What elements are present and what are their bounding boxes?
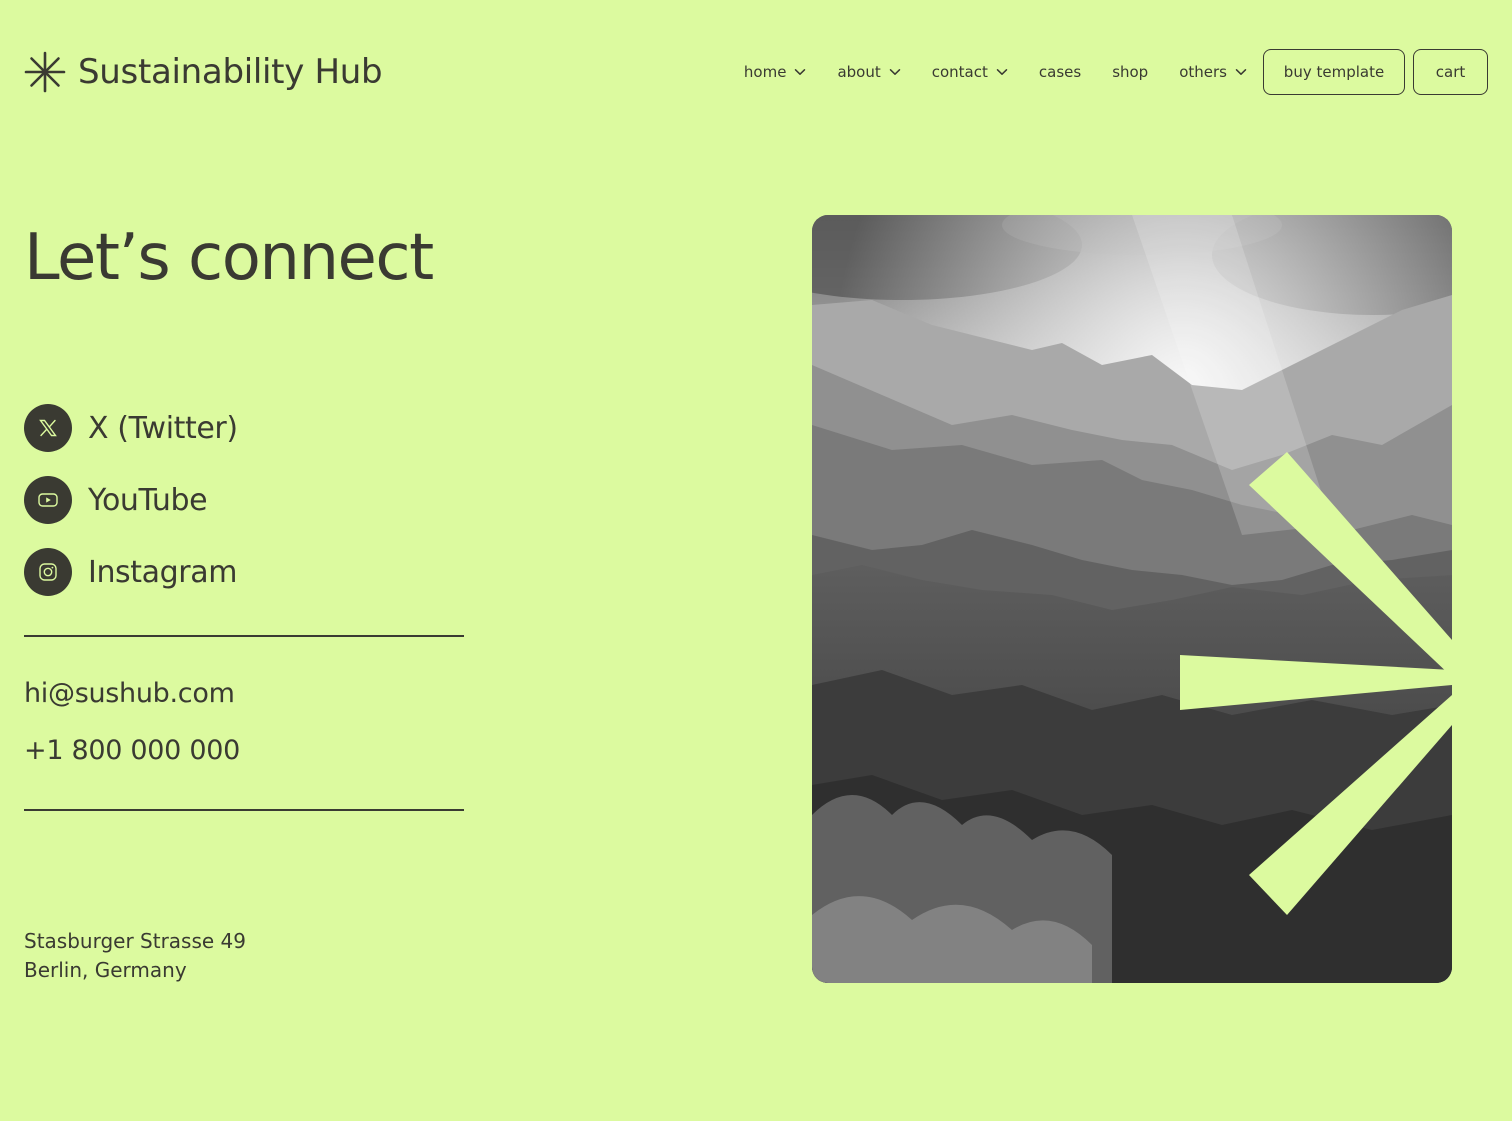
address-line-1: Stasburger Strasse 49 — [24, 929, 247, 953]
brand-name: Sustainability Hub — [78, 52, 383, 92]
instagram-icon — [24, 548, 72, 596]
nav-item-about[interactable]: about — [837, 63, 900, 81]
page-title: Let’s connect — [24, 221, 434, 295]
social-label: Instagram — [88, 554, 238, 590]
nav-item-label: cases — [1038, 63, 1082, 81]
nav-item-others[interactable]: others — [1179, 63, 1247, 81]
social-link-x-twitter[interactable]: X (Twitter) — [24, 404, 464, 452]
phone-link[interactable]: +1 800 000 000 — [24, 735, 240, 766]
buy-template-button[interactable]: buy template — [1263, 49, 1405, 95]
social-link-instagram[interactable]: Instagram — [24, 548, 464, 596]
nav-item-label: others — [1179, 63, 1227, 81]
divider — [24, 635, 464, 637]
email-link[interactable]: hi@sushub.com — [24, 678, 235, 709]
social-link-youtube[interactable]: YouTube — [24, 476, 464, 524]
brand-logo-link[interactable]: Sustainability Hub — [24, 50, 383, 94]
social-label: X (Twitter) — [88, 410, 238, 446]
nav-item-contact[interactable]: contact — [932, 63, 1008, 81]
chevron-down-icon — [1235, 69, 1247, 75]
asterisk-logo-icon — [24, 51, 66, 93]
nav-item-label: contact — [931, 63, 988, 81]
chevron-down-icon — [996, 69, 1008, 75]
address-line-2: Berlin, Germany — [24, 958, 187, 982]
social-links: X (Twitter) YouTube Instagram — [24, 404, 464, 620]
nav-item-label: home — [743, 63, 787, 81]
cart-button[interactable]: cart — [1413, 49, 1488, 95]
x-twitter-icon — [24, 404, 72, 452]
chevron-down-icon — [889, 69, 900, 75]
chevron-down-icon — [795, 69, 806, 75]
address-block: Stasburger Strasse 49 Berlin, Germany — [24, 927, 246, 985]
youtube-icon — [24, 476, 72, 524]
mountain-landscape-image — [812, 215, 1452, 983]
nav-item-shop[interactable]: shop — [1112, 63, 1148, 81]
nav-item-cases[interactable]: cases — [1039, 63, 1081, 81]
divider — [24, 809, 464, 811]
nav-item-label: about — [837, 63, 881, 81]
nav-item-home[interactable]: home — [744, 63, 807, 81]
social-label: YouTube — [88, 482, 208, 518]
main-nav: home about contact cases shop others buy… — [744, 49, 1488, 95]
nav-item-label: shop — [1112, 63, 1149, 81]
